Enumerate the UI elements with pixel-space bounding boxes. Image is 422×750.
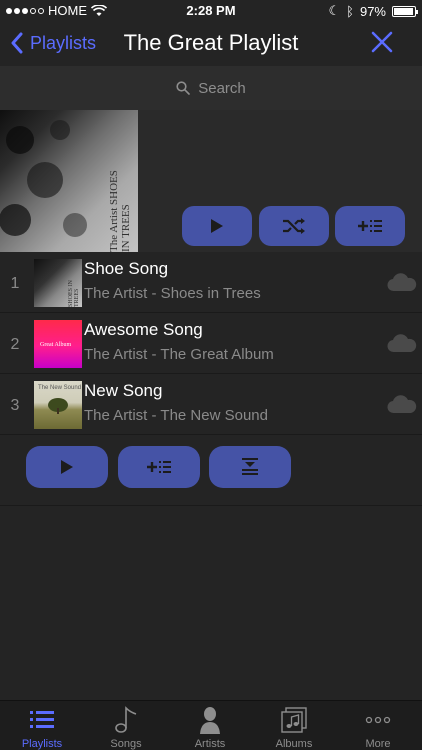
status-right: ☾ ᛒ 97% <box>328 3 418 19</box>
music-note-icon <box>84 705 168 735</box>
track-subtitle: The Artist - The Great Album <box>84 346 274 363</box>
cloud-icon[interactable] <box>386 395 418 420</box>
track-artwork-text: SHOES IN TREES <box>68 280 80 307</box>
play-button[interactable] <box>182 206 252 246</box>
track-actions <box>0 440 422 506</box>
track-title: New Song <box>84 381 163 400</box>
search-input[interactable]: Search <box>198 80 246 97</box>
tab-label: More <box>365 738 391 750</box>
track-number: 2 <box>10 336 20 353</box>
shuffle-button[interactable] <box>259 206 329 246</box>
close-icon <box>371 31 393 53</box>
track-title: Awesome Song <box>84 320 203 339</box>
artist-icon <box>168 705 252 735</box>
add-to-queue-button[interactable] <box>335 206 405 246</box>
search-icon <box>176 81 191 95</box>
track-subtitle: The Artist - The New Sound <box>84 407 268 424</box>
add-list-icon <box>147 461 171 473</box>
tab-artists[interactable]: Artists <box>168 701 252 750</box>
moon-icon: ☾ <box>328 3 341 18</box>
tab-more[interactable]: More <box>336 701 420 750</box>
tab-label: Albums <box>275 738 313 750</box>
track-row[interactable]: 2 Great Album Awesome Song The Artist - … <box>0 314 422 374</box>
battery-percent: 97% <box>359 3 386 19</box>
track-title: Shoe Song <box>84 259 169 278</box>
battery-icon <box>392 5 418 17</box>
play-next-icon <box>242 458 258 475</box>
tab-label: Artists <box>194 738 226 750</box>
track-add-to-queue-button[interactable] <box>118 446 200 488</box>
add-list-icon <box>358 220 382 232</box>
tab-songs[interactable]: Songs <box>84 701 168 750</box>
track-artwork-text: Great Album <box>40 342 72 348</box>
track-number: 1 <box>10 275 20 292</box>
shuffle-icon <box>283 218 305 234</box>
track-play-next-button[interactable] <box>209 446 291 488</box>
status-bar: HOME 2:28 PM ☾ ᛒ 97% <box>0 0 422 22</box>
tab-albums[interactable]: Albums <box>252 701 336 750</box>
track-row[interactable]: 1 SHOES IN TREES Shoe Song The Artist - … <box>0 253 422 313</box>
track-artwork: The New Sound <box>34 381 82 429</box>
playlist-artwork: The Artist SHOES IN TREES <box>0 110 138 252</box>
navigation-bar: Playlists The Great Playlist <box>0 22 422 66</box>
page-title: The Great Playlist <box>123 30 299 55</box>
more-icon <box>336 705 420 735</box>
track-play-button[interactable] <box>26 446 108 488</box>
close-button[interactable] <box>370 30 394 59</box>
list-icon <box>0 705 84 735</box>
cloud-icon[interactable] <box>386 273 418 298</box>
tab-label: Songs <box>110 738 142 750</box>
track-artwork: SHOES IN TREES <box>34 259 82 307</box>
playlist-header: The Artist SHOES IN TREES <box>0 110 422 252</box>
tab-label: Playlists <box>21 738 63 750</box>
search-bar[interactable]: Search <box>0 66 422 110</box>
tab-bar: Playlists Songs Artists Albums More <box>0 700 422 750</box>
track-subtitle: The Artist - Shoes in Trees <box>84 285 261 302</box>
track-number: 3 <box>10 397 20 414</box>
play-icon <box>211 219 223 233</box>
tab-playlists[interactable]: Playlists <box>0 701 84 750</box>
track-row[interactable]: 3 The New Sound New Song The Artist - Th… <box>0 375 422 435</box>
albums-icon <box>252 705 336 735</box>
cloud-icon[interactable] <box>386 334 418 359</box>
track-artwork: Great Album <box>34 320 82 368</box>
bluetooth-icon: ᛒ <box>346 3 354 19</box>
playlist-artwork-text: The Artist SHOES IN TREES <box>108 170 132 252</box>
play-icon <box>61 460 73 474</box>
